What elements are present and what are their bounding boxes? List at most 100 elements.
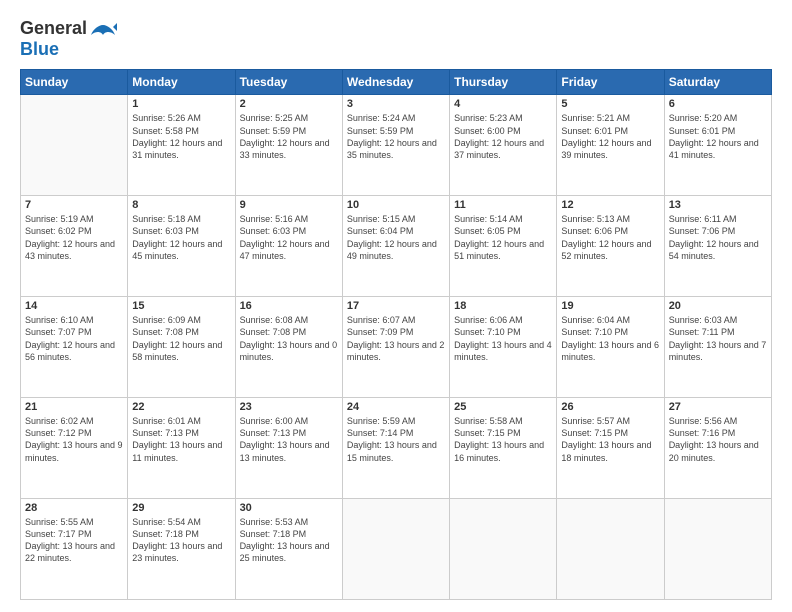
day-number: 25	[454, 401, 552, 413]
day-number: 6	[669, 98, 767, 110]
calendar-cell: 14 Sunrise: 6:10 AM Sunset: 7:07 PM Dayli…	[21, 297, 128, 398]
day-info: Sunrise: 5:55 AM Sunset: 7:17 PM Dayligh…	[25, 516, 123, 565]
day-number: 17	[347, 300, 445, 312]
calendar-cell: 18 Sunrise: 6:06 AM Sunset: 7:10 PM Dayli…	[450, 297, 557, 398]
col-header-monday: Monday	[128, 70, 235, 95]
calendar-cell: 2Sunrise: 5:25 AM Sunset: 5:59 PM Daylig…	[235, 95, 342, 196]
calendar-cell: 6 Sunrise: 5:20 AM Sunset: 6:01 PM Daylig…	[664, 95, 771, 196]
day-number: 21	[25, 401, 123, 413]
day-number: 20	[669, 300, 767, 312]
day-info: Sunrise: 5:15 AM Sunset: 6:04 PM Dayligh…	[347, 213, 445, 262]
day-info: Sunrise: 5:26 AM Sunset: 5:58 PM Dayligh…	[132, 112, 230, 161]
day-info: Sunrise: 5:59 AM Sunset: 7:14 PM Dayligh…	[347, 415, 445, 464]
week-row-5: 28 Sunrise: 5:55 AM Sunset: 7:17 PM Dayli…	[21, 499, 772, 600]
calendar-cell: 25 Sunrise: 5:58 AM Sunset: 7:15 PM Dayli…	[450, 398, 557, 499]
day-number: 15	[132, 300, 230, 312]
calendar-table: SundayMondayTuesdayWednesdayThursdayFrid…	[20, 69, 772, 600]
calendar-cell: 20 Sunrise: 6:03 AM Sunset: 7:11 PM Dayli…	[664, 297, 771, 398]
day-number: 14	[25, 300, 123, 312]
day-number: 9	[240, 199, 338, 211]
day-info: Sunrise: 6:08 AM Sunset: 7:08 PM Dayligh…	[240, 314, 338, 363]
day-info: Sunrise: 5:53 AM Sunset: 7:18 PM Dayligh…	[240, 516, 338, 565]
calendar-cell: 26Sunrise: 5:57 AM Sunset: 7:15 PM Dayli…	[557, 398, 664, 499]
calendar-cell: 12Sunrise: 5:13 AM Sunset: 6:06 PM Dayli…	[557, 196, 664, 297]
col-header-thursday: Thursday	[450, 70, 557, 95]
day-number: 18	[454, 300, 552, 312]
day-number: 24	[347, 401, 445, 413]
day-number: 16	[240, 300, 338, 312]
col-header-saturday: Saturday	[664, 70, 771, 95]
week-row-1: 1 Sunrise: 5:26 AM Sunset: 5:58 PM Daylig…	[21, 95, 772, 196]
col-header-friday: Friday	[557, 70, 664, 95]
col-header-sunday: Sunday	[21, 70, 128, 95]
day-number: 5	[561, 98, 659, 110]
week-row-4: 21 Sunrise: 6:02 AM Sunset: 7:12 PM Dayli…	[21, 398, 772, 499]
week-row-2: 7 Sunrise: 5:19 AM Sunset: 6:02 PM Daylig…	[21, 196, 772, 297]
day-number: 11	[454, 199, 552, 211]
day-info: Sunrise: 6:01 AM Sunset: 7:13 PM Dayligh…	[132, 415, 230, 464]
day-number: 13	[669, 199, 767, 211]
calendar-cell: 4 Sunrise: 5:23 AM Sunset: 6:00 PM Daylig…	[450, 95, 557, 196]
day-info: Sunrise: 5:21 AM Sunset: 6:01 PM Dayligh…	[561, 112, 659, 161]
calendar-cell: 7 Sunrise: 5:19 AM Sunset: 6:02 PM Daylig…	[21, 196, 128, 297]
day-number: 3	[347, 98, 445, 110]
calendar-cell: 24 Sunrise: 5:59 AM Sunset: 7:14 PM Dayli…	[342, 398, 449, 499]
day-info: Sunrise: 6:00 AM Sunset: 7:13 PM Dayligh…	[240, 415, 338, 464]
col-header-tuesday: Tuesday	[235, 70, 342, 95]
day-number: 23	[240, 401, 338, 413]
day-number: 22	[132, 401, 230, 413]
day-info: Sunrise: 5:14 AM Sunset: 6:05 PM Dayligh…	[454, 213, 552, 262]
day-info: Sunrise: 5:25 AM Sunset: 5:59 PM Dayligh…	[240, 112, 338, 161]
day-info: Sunrise: 6:10 AM Sunset: 7:07 PM Dayligh…	[25, 314, 123, 363]
day-number: 27	[669, 401, 767, 413]
calendar-cell: 10 Sunrise: 5:15 AM Sunset: 6:04 PM Dayli…	[342, 196, 449, 297]
calendar-cell: 27 Sunrise: 5:56 AM Sunset: 7:16 PM Dayli…	[664, 398, 771, 499]
calendar-cell: 28 Sunrise: 5:55 AM Sunset: 7:17 PM Dayli…	[21, 499, 128, 600]
day-info: Sunrise: 5:56 AM Sunset: 7:16 PM Dayligh…	[669, 415, 767, 464]
day-number: 7	[25, 199, 123, 211]
day-number: 26	[561, 401, 659, 413]
calendar-cell: 11 Sunrise: 5:14 AM Sunset: 6:05 PM Dayli…	[450, 196, 557, 297]
day-info: Sunrise: 5:54 AM Sunset: 7:18 PM Dayligh…	[132, 516, 230, 565]
calendar-cell: 23 Sunrise: 6:00 AM Sunset: 7:13 PM Dayli…	[235, 398, 342, 499]
day-info: Sunrise: 6:03 AM Sunset: 7:11 PM Dayligh…	[669, 314, 767, 363]
calendar-header-row: SundayMondayTuesdayWednesdayThursdayFrid…	[21, 70, 772, 95]
calendar-cell	[664, 499, 771, 600]
calendar-cell	[557, 499, 664, 600]
day-info: Sunrise: 5:24 AM Sunset: 5:59 PM Dayligh…	[347, 112, 445, 161]
calendar-cell: 9 Sunrise: 5:16 AM Sunset: 6:03 PM Daylig…	[235, 196, 342, 297]
day-info: Sunrise: 6:06 AM Sunset: 7:10 PM Dayligh…	[454, 314, 552, 363]
calendar-cell: 13Sunrise: 6:11 AM Sunset: 7:06 PM Dayli…	[664, 196, 771, 297]
day-number: 8	[132, 199, 230, 211]
calendar-cell: 30Sunrise: 5:53 AM Sunset: 7:18 PM Dayli…	[235, 499, 342, 600]
day-info: Sunrise: 5:58 AM Sunset: 7:15 PM Dayligh…	[454, 415, 552, 464]
day-info: Sunrise: 6:09 AM Sunset: 7:08 PM Dayligh…	[132, 314, 230, 363]
logo: General Blue	[20, 18, 117, 59]
day-info: Sunrise: 6:02 AM Sunset: 7:12 PM Dayligh…	[25, 415, 123, 464]
day-number: 1	[132, 98, 230, 110]
calendar-cell: 21 Sunrise: 6:02 AM Sunset: 7:12 PM Dayli…	[21, 398, 128, 499]
day-number: 28	[25, 502, 123, 514]
day-info: Sunrise: 5:19 AM Sunset: 6:02 PM Dayligh…	[25, 213, 123, 262]
day-number: 19	[561, 300, 659, 312]
calendar-cell: 3 Sunrise: 5:24 AM Sunset: 5:59 PM Daylig…	[342, 95, 449, 196]
day-info: Sunrise: 5:23 AM Sunset: 6:00 PM Dayligh…	[454, 112, 552, 161]
calendar-cell	[450, 499, 557, 600]
calendar-cell: 29 Sunrise: 5:54 AM Sunset: 7:18 PM Dayli…	[128, 499, 235, 600]
day-info: Sunrise: 5:16 AM Sunset: 6:03 PM Dayligh…	[240, 213, 338, 262]
week-row-3: 14 Sunrise: 6:10 AM Sunset: 7:07 PM Dayli…	[21, 297, 772, 398]
day-number: 12	[561, 199, 659, 211]
calendar-cell	[342, 499, 449, 600]
day-info: Sunrise: 5:20 AM Sunset: 6:01 PM Dayligh…	[669, 112, 767, 161]
page: General Blue SundayMondayTuesdayWednesda…	[0, 0, 792, 612]
calendar-cell: 17 Sunrise: 6:07 AM Sunset: 7:09 PM Dayli…	[342, 297, 449, 398]
day-number: 10	[347, 199, 445, 211]
header: General Blue	[20, 18, 772, 59]
calendar-cell: 19Sunrise: 6:04 AM Sunset: 7:10 PM Dayli…	[557, 297, 664, 398]
calendar-cell: 15 Sunrise: 6:09 AM Sunset: 7:08 PM Dayli…	[128, 297, 235, 398]
calendar-cell: 5 Sunrise: 5:21 AM Sunset: 6:01 PM Daylig…	[557, 95, 664, 196]
day-info: Sunrise: 6:07 AM Sunset: 7:09 PM Dayligh…	[347, 314, 445, 363]
day-number: 4	[454, 98, 552, 110]
day-number: 29	[132, 502, 230, 514]
col-header-wednesday: Wednesday	[342, 70, 449, 95]
